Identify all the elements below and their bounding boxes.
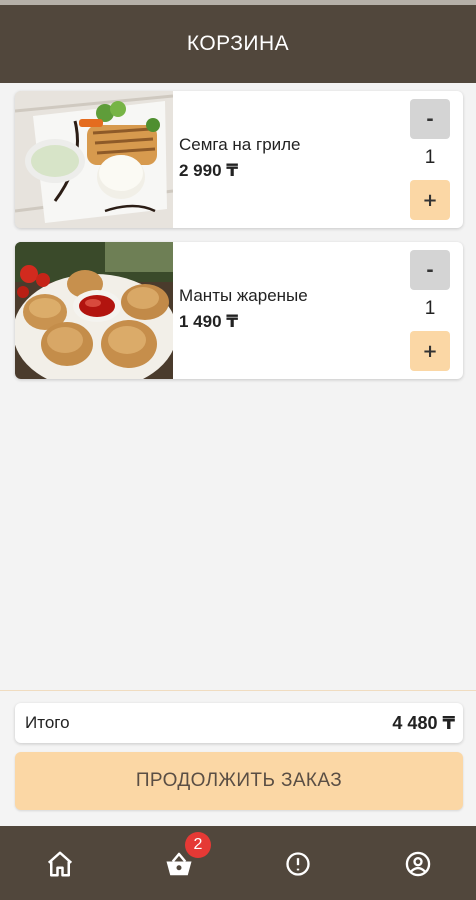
nav-profile[interactable] (398, 844, 438, 884)
item-info: Манты жареные 1 490 ₸ (179, 286, 308, 332)
item-price: 1 490 ₸ (179, 312, 239, 331)
total-label: Итого (25, 713, 70, 732)
quantity-value: 1 (424, 298, 436, 319)
manty-photo (15, 242, 173, 379)
cart-item: Манты жареные 1 490 ₸ - 1 + (15, 242, 463, 379)
nav-home[interactable] (40, 844, 80, 884)
total-value: 4 480 ₸ (392, 712, 455, 733)
increase-quantity-button[interactable]: + (410, 331, 450, 371)
cart-list: Семга на гриле 2 990 ₸ - 1 + Манты жарен… (15, 91, 463, 393)
item-name: Манты жареные (179, 286, 308, 305)
quantity-value: 1 (424, 147, 436, 168)
checkout-panel: Итого 4 480 ₸ ПРОДОЛЖИТЬ ЗАКАЗ (0, 690, 476, 826)
nav-info[interactable] (278, 844, 318, 884)
bottom-nav (0, 826, 476, 900)
salmon-photo (15, 91, 173, 228)
total-bar: Итого 4 480 ₸ (15, 703, 463, 743)
decrease-quantity-button[interactable]: - (410, 99, 450, 139)
alert-circle-icon (286, 852, 310, 876)
item-info: Семга на гриле 2 990 ₸ (179, 135, 301, 181)
cart-count-badge: 2 (185, 832, 211, 858)
item-name: Семга на гриле (179, 135, 301, 154)
app-header: КОРЗИНА (0, 5, 476, 83)
continue-order-button[interactable]: ПРОДОЛЖИТЬ ЗАКАЗ (15, 752, 463, 810)
user-circle-icon (405, 851, 431, 877)
increase-quantity-button[interactable]: + (410, 180, 450, 220)
decrease-quantity-button[interactable]: - (410, 250, 450, 290)
cart-item: Семга на гриле 2 990 ₸ - 1 + (15, 91, 463, 228)
page-title: КОРЗИНА (186, 32, 290, 55)
home-icon (47, 851, 73, 877)
item-price: 2 990 ₸ (179, 161, 239, 180)
